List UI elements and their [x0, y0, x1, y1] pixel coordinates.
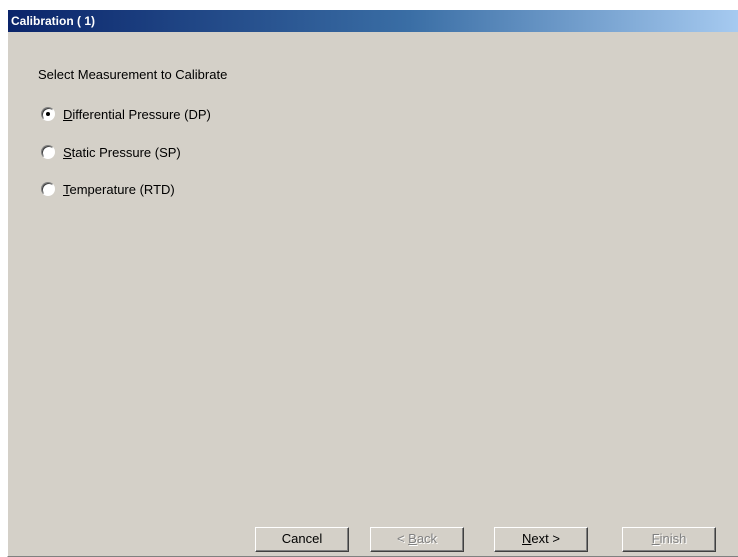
radio-button[interactable] [41, 145, 55, 159]
mnemonic-letter: N [522, 531, 532, 546]
option-differential-pressure[interactable]: Differential Pressure (DP) [41, 105, 211, 123]
next-button[interactable]: Next > [494, 527, 588, 552]
mnemonic-letter: S [63, 144, 72, 160]
option-static-pressure[interactable]: Static Pressure (SP) [41, 143, 181, 161]
back-button-label: ack [416, 531, 438, 546]
back-prefix: < [396, 531, 409, 546]
option-label: Temperature (RTD) [63, 182, 175, 197]
option-label: Static Pressure (SP) [63, 145, 181, 160]
back-button[interactable]: < Back [370, 527, 464, 552]
mnemonic-letter: F [651, 531, 660, 546]
next-button-label: ext > [531, 531, 560, 546]
radio-button-selected[interactable] [41, 107, 55, 121]
option-temperature[interactable]: Temperature (RTD) [41, 180, 175, 198]
cancel-button[interactable]: Cancel [255, 527, 349, 552]
window-title: Calibration ( 1) [11, 14, 96, 28]
option-text: emperature (RTD) [69, 181, 175, 197]
option-text: ifferential Pressure (DP) [72, 106, 211, 122]
mnemonic-letter: B [408, 531, 417, 546]
cancel-button-label: Cancel [281, 531, 323, 546]
radio-dot-icon [46, 112, 50, 116]
mnemonic-letter: D [63, 106, 73, 122]
title-bar: Calibration ( 1) [8, 10, 738, 32]
option-label: Differential Pressure (DP) [63, 107, 211, 122]
option-text: tatic Pressure (SP) [71, 144, 181, 160]
finish-button[interactable]: Finish [622, 527, 716, 552]
finish-button-label: inish [659, 531, 687, 546]
calibration-dialog: Calibration ( 1) Select Measurement to C… [7, 9, 738, 557]
radio-button[interactable] [41, 182, 55, 196]
prompt-label: Select Measurement to Calibrate [38, 67, 228, 82]
